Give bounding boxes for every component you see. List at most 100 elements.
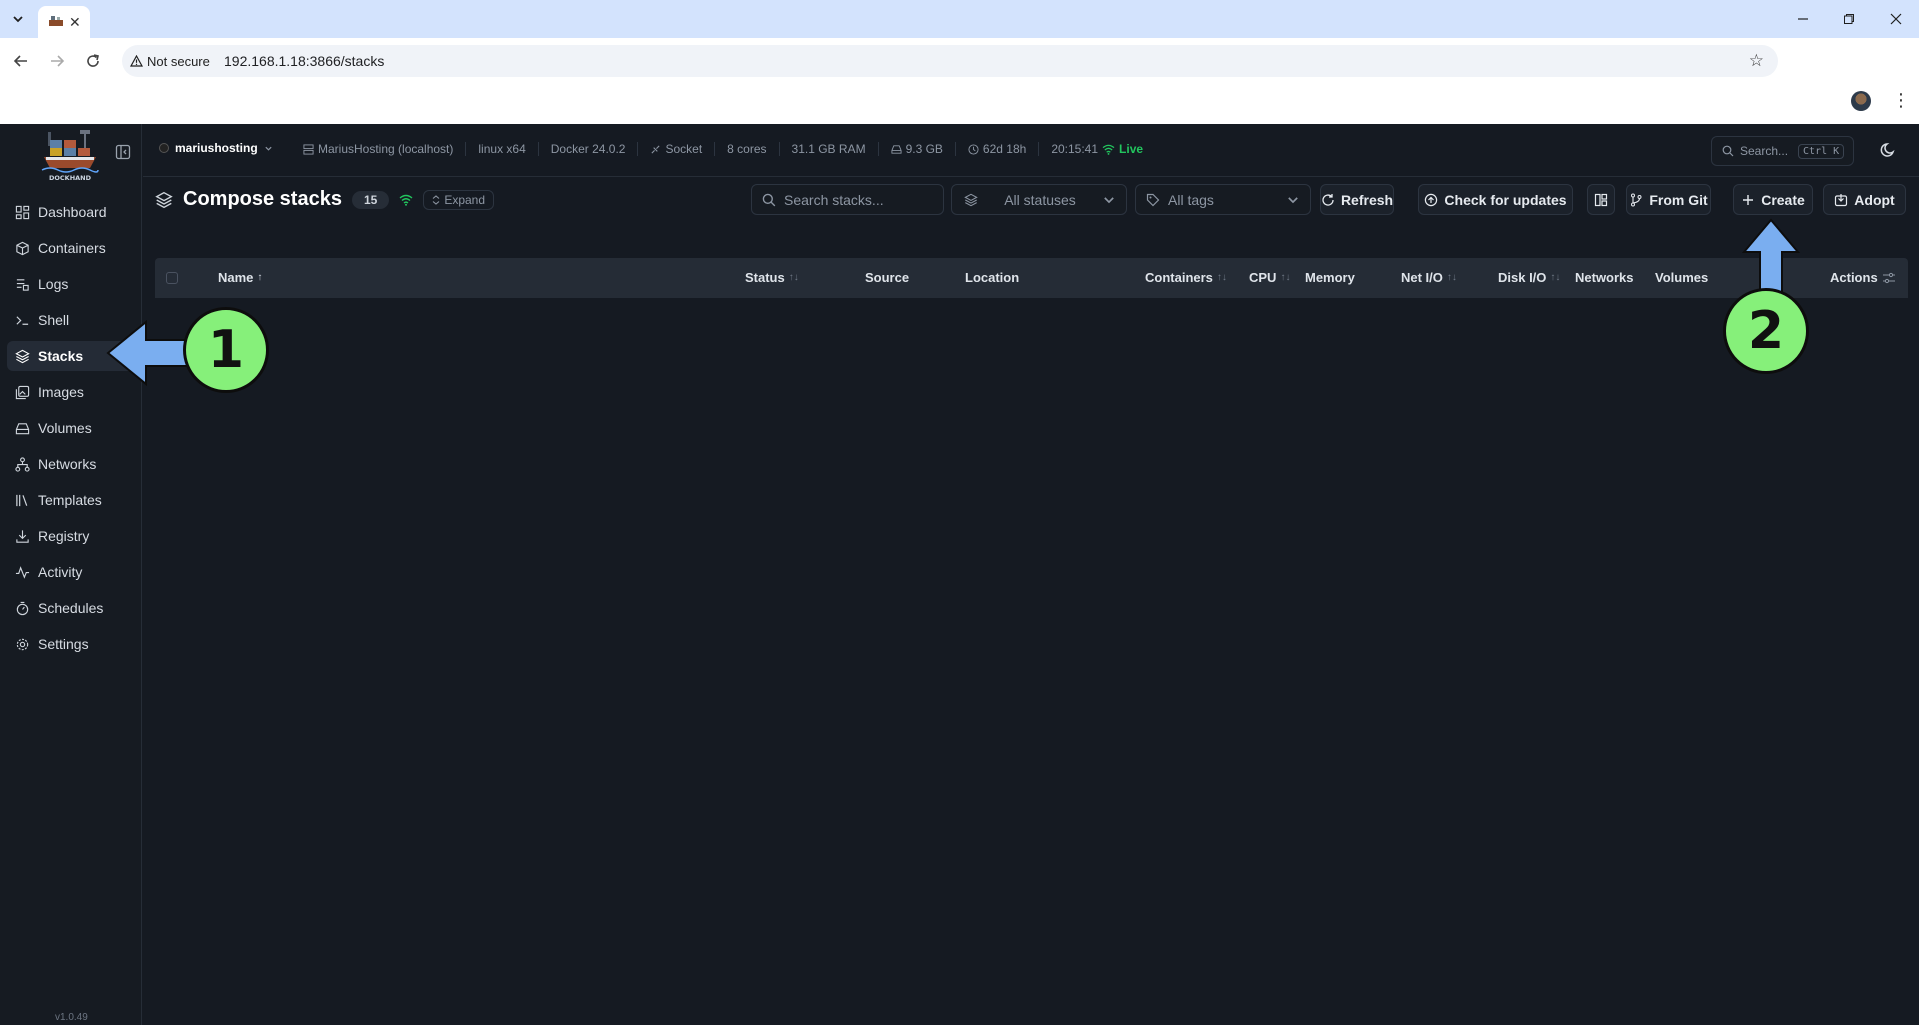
refresh-button[interactable]: Refresh xyxy=(1320,184,1394,215)
column-disk-io[interactable]: Disk I/O ↑↓ xyxy=(1498,270,1560,285)
tags-filter-select[interactable]: All tags xyxy=(1135,184,1311,215)
close-window-button[interactable] xyxy=(1873,0,1919,38)
arrow-up-circle-icon xyxy=(1425,193,1438,206)
box-icon xyxy=(16,241,29,255)
sort-asc-icon: ↑ xyxy=(257,272,263,283)
layers-icon xyxy=(155,191,173,208)
bookmark-star-icon[interactable]: ☆ xyxy=(1749,51,1764,71)
sidebar-item-label: Templates xyxy=(38,492,102,508)
browser-menu-icon[interactable]: ⋮ xyxy=(1892,90,1910,110)
sidebar-item-dashboard[interactable]: Dashboard xyxy=(7,197,135,227)
column-label: Status xyxy=(745,270,785,285)
column-label: Containers xyxy=(1145,270,1213,285)
time-stat: 20:15:41 Live xyxy=(1038,142,1155,156)
hard-drive-icon xyxy=(15,422,30,434)
sort-icon: ↑↓ xyxy=(788,272,799,283)
disk-stat: 9.3 GB xyxy=(877,142,955,156)
sidebar-item-logs[interactable]: Logs xyxy=(7,269,135,299)
column-memory: Memory xyxy=(1305,270,1355,285)
profile-avatar[interactable] xyxy=(1851,91,1871,111)
stack-search-placeholder: Search stacks... xyxy=(784,191,884,208)
ram-text: 31.1 GB RAM xyxy=(791,142,866,156)
sidebar-item-volumes[interactable]: Volumes xyxy=(7,413,135,443)
security-chip[interactable]: Not secure xyxy=(130,51,210,71)
images-icon xyxy=(15,385,30,399)
minimize-window-button[interactable] xyxy=(1780,0,1826,38)
tab-search-dropdown[interactable] xyxy=(6,8,30,30)
column-actions: Actions xyxy=(1830,270,1896,285)
sidebar-item-label: Images xyxy=(38,384,84,400)
sidebar-item-registry[interactable]: Registry xyxy=(7,521,135,551)
column-location: Location xyxy=(965,270,1019,285)
column-source: Source xyxy=(865,270,909,285)
sidebar-item-label: Networks xyxy=(38,456,97,472)
column-containers[interactable]: Containers ↑↓ xyxy=(1145,270,1227,285)
sidebar-collapse-icon[interactable] xyxy=(115,144,131,160)
sidebar-item-label: Volumes xyxy=(38,420,92,436)
arrow-right-icon xyxy=(51,55,65,67)
sidebar-item-activity[interactable]: Activity xyxy=(7,557,135,587)
theme-toggle-icon[interactable] xyxy=(1879,140,1899,160)
column-net-io[interactable]: Net I/O ↑↓ xyxy=(1401,270,1457,285)
wifi-icon xyxy=(1102,144,1115,155)
sidebar: DOCKHAND Dashboard Containers Logs Shell xyxy=(0,124,142,1025)
stack-search-input[interactable]: Search stacks... xyxy=(751,184,944,215)
back-button[interactable] xyxy=(10,50,32,72)
reload-button[interactable] xyxy=(82,50,104,72)
stacks-table-header: Name ↑ Status ↑↓ Source Location Container… xyxy=(155,258,1908,298)
close-tab-icon[interactable]: ✕ xyxy=(69,14,81,30)
sidebar-item-schedules[interactable]: Schedules xyxy=(7,593,135,623)
column-name[interactable]: Name ↑ xyxy=(218,270,262,285)
from-git-button[interactable]: From Git xyxy=(1626,184,1711,215)
column-networks: Networks xyxy=(1575,270,1634,285)
host-name: MariusHosting (localhost) xyxy=(318,142,454,156)
check-updates-button[interactable]: Check for updates xyxy=(1418,184,1573,215)
logs-icon xyxy=(16,278,29,291)
clock-time: 20:15:41 xyxy=(1051,142,1099,156)
global-search-placeholder: Search... xyxy=(1740,144,1789,158)
sidebar-item-templates[interactable]: Templates xyxy=(7,485,135,515)
annotation-step-2: 2 xyxy=(1723,288,1809,374)
adopt-button[interactable]: Adopt xyxy=(1823,184,1906,215)
global-search[interactable]: Search... Ctrl K xyxy=(1711,136,1854,166)
environment-selector[interactable]: mariushosting xyxy=(159,141,273,155)
close-icon xyxy=(1890,13,1902,25)
status-filter-select[interactable]: All statuses xyxy=(951,184,1127,215)
platform-stat: linux x64 xyxy=(465,142,537,156)
docker-version: Docker 24.0.2 xyxy=(550,142,626,156)
sidebar-item-settings[interactable]: Settings xyxy=(7,629,135,659)
brand-text: DOCKHAND xyxy=(49,174,92,182)
forward-button[interactable] xyxy=(46,50,68,72)
chevrons-up-down-icon xyxy=(432,194,440,205)
sidebar-item-containers[interactable]: Containers xyxy=(7,233,135,263)
cores-stat: 8 cores xyxy=(714,142,778,156)
create-button[interactable]: Create xyxy=(1733,184,1813,215)
sidebar-nav: Dashboard Containers Logs Shell Stacks I… xyxy=(7,197,135,665)
page-title-group: Compose stacks 15 Expand xyxy=(155,188,495,211)
address-bar[interactable]: Not secure 192.168.1.18:3866/stacks ☆ xyxy=(122,45,1778,77)
chevron-down-icon xyxy=(13,16,23,23)
expand-button[interactable]: Expand xyxy=(423,189,495,210)
layers-icon xyxy=(964,193,978,206)
restore-window-button[interactable] xyxy=(1826,0,1872,38)
ram-stat: 31.1 GB RAM xyxy=(778,142,878,156)
app-version: v1.0.49 xyxy=(55,1012,88,1023)
from-git-label: From Git xyxy=(1649,191,1708,208)
disk-text: 9.3 GB xyxy=(905,142,943,156)
column-label: Disk I/O xyxy=(1498,270,1547,285)
column-cpu[interactable]: CPU ↑↓ xyxy=(1249,270,1290,285)
select-all-checkbox[interactable] xyxy=(166,272,178,284)
sidebar-item-label: Schedules xyxy=(38,600,104,616)
browser-tab[interactable]: ✕ xyxy=(38,6,90,38)
check-updates-label: Check for updates xyxy=(1444,191,1567,208)
url-text[interactable]: 192.168.1.18:3866/stacks xyxy=(224,53,384,69)
column-status[interactable]: Status ↑↓ xyxy=(745,270,799,285)
column-label: Networks xyxy=(1575,270,1634,285)
connection-stat: Socket xyxy=(637,142,714,156)
column-settings-icon[interactable] xyxy=(1882,272,1896,284)
sidebar-item-label: Containers xyxy=(38,240,106,256)
search-icon xyxy=(762,193,776,206)
sidebar-item-networks[interactable]: Networks xyxy=(7,449,135,479)
layout-toggle-button[interactable] xyxy=(1587,184,1615,215)
plus-icon xyxy=(1743,194,1754,205)
